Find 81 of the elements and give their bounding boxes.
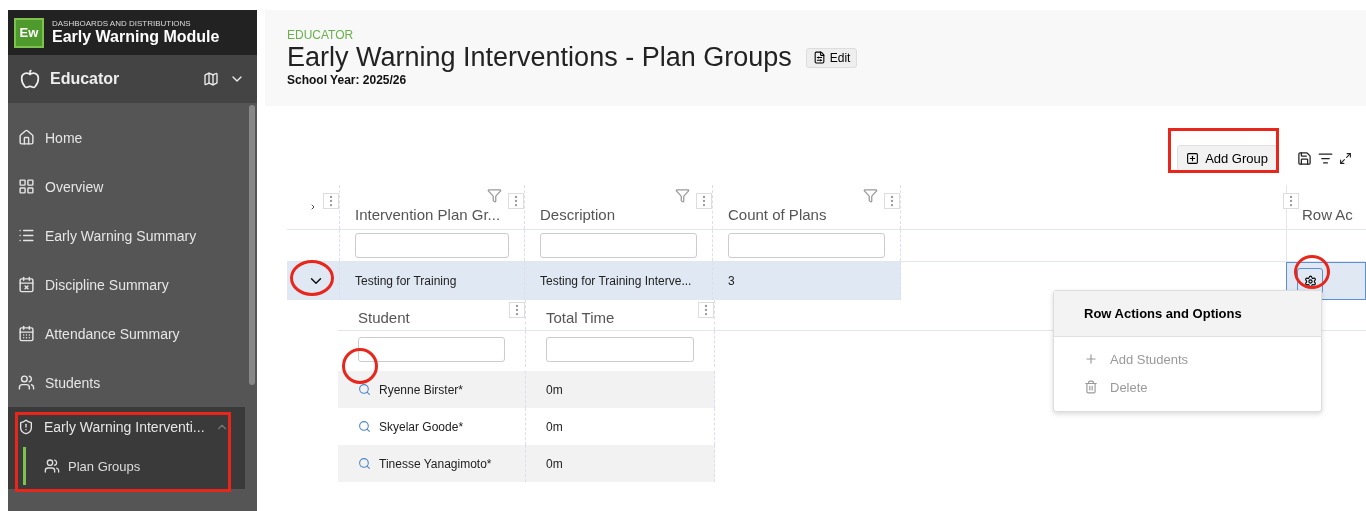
nav-label: Discipline Summary xyxy=(45,276,169,293)
brand-title: Early Warning Module xyxy=(52,28,220,46)
table-cell: 3 xyxy=(728,274,735,288)
filter-icon[interactable] xyxy=(487,188,502,203)
nav-label: Plan Groups xyxy=(68,458,141,474)
nav-label: Early Warning Summary xyxy=(45,227,197,244)
table-cell: 0m xyxy=(546,456,563,471)
filter-field[interactable] xyxy=(546,336,694,362)
sliders-icon xyxy=(812,51,826,64)
filter-field[interactable] xyxy=(355,233,509,258)
users-icon xyxy=(44,458,60,474)
gear-icon xyxy=(1303,274,1317,288)
nav-label: Students xyxy=(45,374,101,391)
nav-icon xyxy=(18,276,35,293)
table-cell: Tinesse Yanagimoto* xyxy=(379,456,492,471)
nav-item[interactable]: Early Warning Interventi... xyxy=(8,407,245,447)
column-header[interactable]: Description xyxy=(540,206,616,229)
column-header[interactable]: Intervention Plan Gr... xyxy=(355,206,501,229)
filter-field[interactable] xyxy=(540,233,697,258)
filter-field[interactable] xyxy=(728,233,885,258)
filter-icon[interactable] xyxy=(863,188,878,203)
column-header[interactable]: Row Ac xyxy=(1302,206,1353,229)
highlight-circle xyxy=(342,348,378,384)
map-icon[interactable] xyxy=(203,71,219,87)
menu-title: Row Actions and Options xyxy=(1054,291,1321,337)
column-handle-icon[interactable] xyxy=(509,302,525,318)
nav-item[interactable]: Students xyxy=(8,358,257,407)
table-cell: Ryenne Birster* xyxy=(379,382,464,397)
edit-button[interactable]: Edit xyxy=(805,47,858,68)
nav-icon xyxy=(18,374,35,391)
filter-field[interactable] xyxy=(358,336,505,362)
plus-icon xyxy=(1084,352,1098,366)
add-group-button[interactable]: Add Group xyxy=(1177,144,1277,172)
filter-icon[interactable] xyxy=(675,188,690,203)
nav-icon xyxy=(18,227,35,244)
nav-label: Attendance Summary xyxy=(45,325,180,342)
alert-icon xyxy=(18,419,34,435)
nav-label: Home xyxy=(45,129,83,146)
column-header[interactable]: Total Time xyxy=(546,309,615,330)
table-cell: Skyelar Goode* xyxy=(379,419,464,434)
nav-subitem[interactable]: Plan Groups xyxy=(23,447,245,485)
nav-icon xyxy=(18,129,35,146)
column-header[interactable]: Count of Plans xyxy=(728,206,827,229)
logo: Ew xyxy=(14,17,44,48)
nav-icon xyxy=(18,325,35,342)
nav-item[interactable]: Discipline Summary xyxy=(8,260,257,309)
table-cell: 0m xyxy=(546,382,563,397)
table-cell: Testing for Training xyxy=(355,274,457,288)
trash-icon xyxy=(1084,380,1098,394)
column-handle-icon[interactable] xyxy=(323,193,339,209)
column-handle-icon[interactable] xyxy=(508,193,524,209)
role-label: Educator xyxy=(50,70,121,88)
nav-item[interactable]: Home xyxy=(8,113,257,162)
save-icon[interactable] xyxy=(1297,150,1312,166)
filter-list-icon[interactable] xyxy=(1318,150,1333,166)
page-title: Early Warning Interventions - Plan Groups xyxy=(287,42,792,73)
search-icon[interactable] xyxy=(358,383,371,396)
nav-item[interactable]: Overview xyxy=(8,162,257,211)
plus-icon xyxy=(1186,151,1200,165)
expand-icon[interactable] xyxy=(1339,151,1352,165)
nav-icon xyxy=(18,178,35,195)
school-year: School Year: 2025/26 xyxy=(287,73,408,87)
search-icon[interactable] xyxy=(358,457,371,470)
nav-item[interactable]: Attendance Summary xyxy=(8,309,257,358)
brand-subtitle: DASHBOARDS AND DISTRIBUTIONS xyxy=(52,19,192,28)
nav-item[interactable]: Early Warning Summary xyxy=(8,211,257,260)
column-handle-icon[interactable] xyxy=(698,302,714,318)
highlight-circle xyxy=(1294,255,1330,289)
column-header[interactable]: Student xyxy=(358,309,410,330)
column-handle-icon[interactable] xyxy=(696,193,712,209)
column-handle-icon[interactable] xyxy=(884,193,900,209)
search-icon[interactable] xyxy=(358,420,371,433)
highlight-circle xyxy=(290,260,334,296)
apple-icon xyxy=(20,69,40,89)
nav-label: Early Warning Interventi... xyxy=(44,419,205,435)
table-cell: 0m xyxy=(546,419,563,434)
nav-label: Overview xyxy=(45,178,104,195)
column-handle-icon[interactable] xyxy=(1283,193,1299,209)
table-cell: Testing for Training Interve... xyxy=(540,274,692,288)
scrollbar[interactable] xyxy=(249,105,255,385)
eyebrow-label: EDUCATOR xyxy=(287,28,355,42)
